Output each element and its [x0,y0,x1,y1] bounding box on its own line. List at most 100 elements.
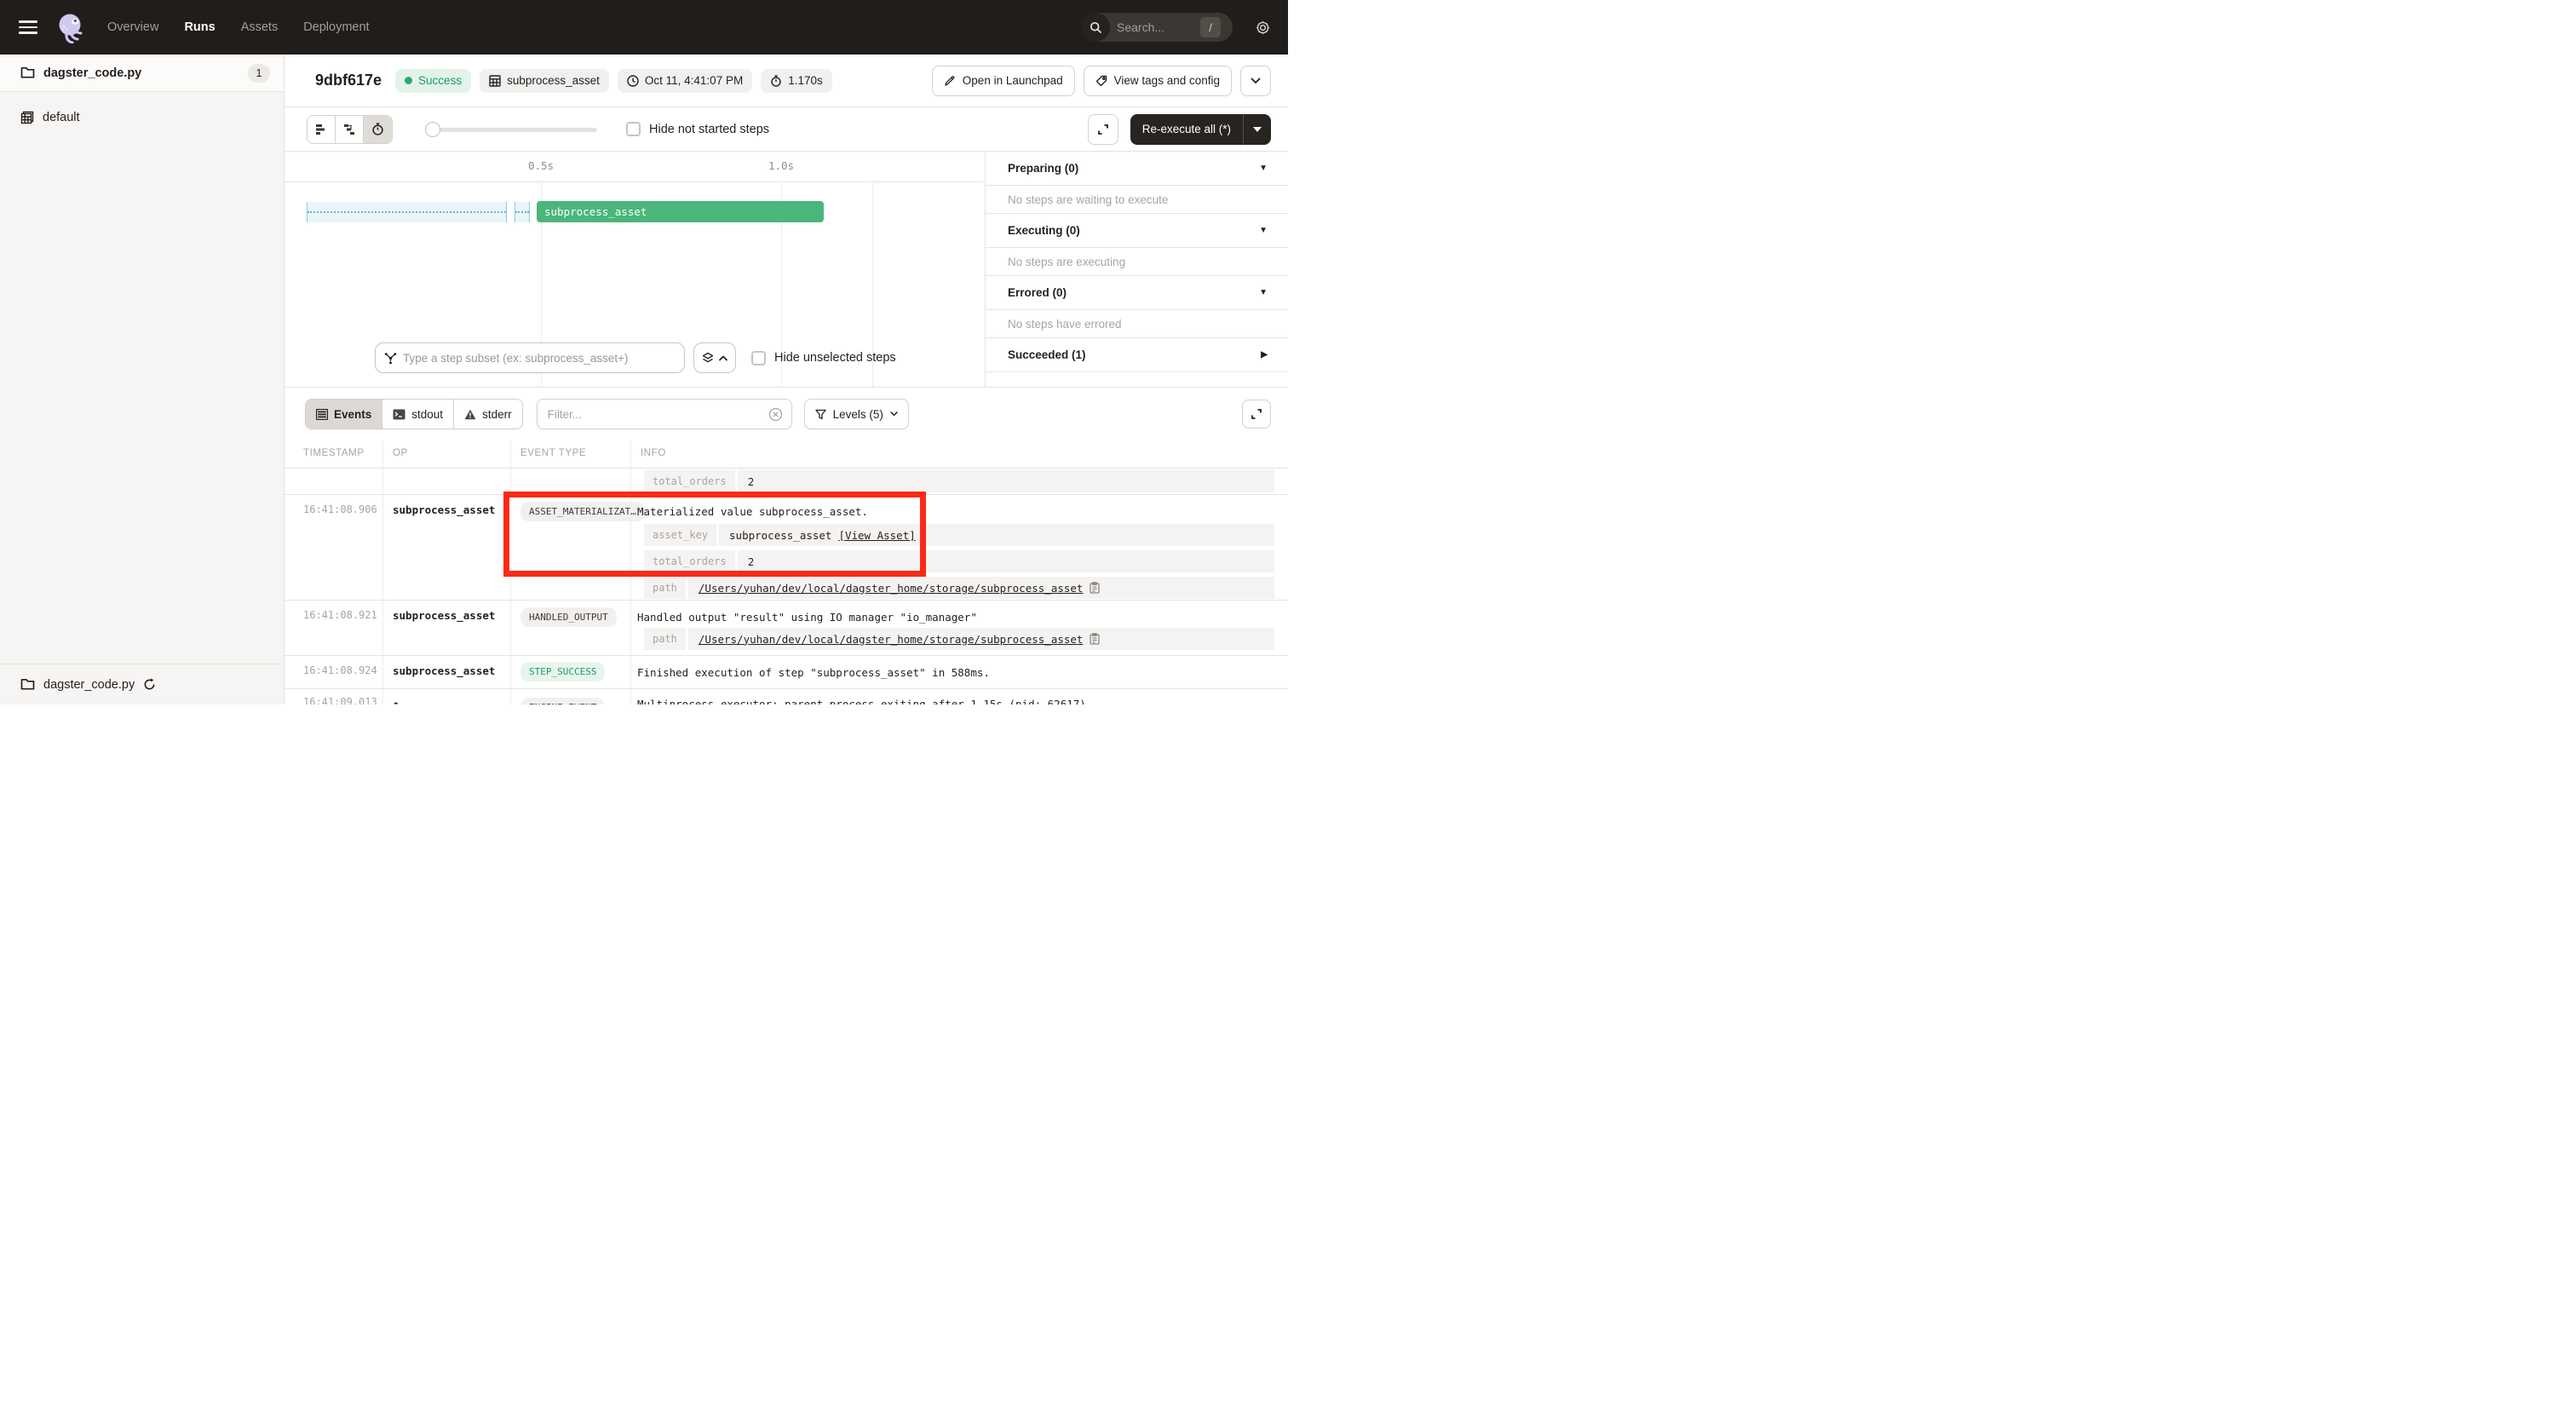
event-op: subprocess_asset [393,664,495,677]
run-status-badge: Success [395,69,471,93]
job-icon [20,111,34,124]
step-subset-input-wrap [375,342,685,373]
repo-name: dagster_code.py [43,66,141,80]
event-row-handled-output[interactable]: 16:41:08.921 subprocess_asset HANDLED_OU… [285,601,1288,656]
storage-path-link[interactable]: /Users/yuhan/dev/local/dagster_home/stor… [699,582,1084,595]
clock-icon [627,75,639,87]
view-flat-icon[interactable] [308,116,336,143]
re-execute-all-button[interactable]: Re-execute all (*) [1130,114,1271,145]
step-status-panel: Preparing (0) ▼ No steps are waiting to … [985,152,1288,387]
status-section-preparing[interactable]: Preparing (0) ▼ [986,152,1288,186]
checkbox-icon[interactable] [751,351,766,365]
gantt-zoom-slider[interactable] [425,122,597,137]
checkbox-icon[interactable] [626,122,641,136]
search-shortcut-key: / [1200,17,1221,37]
table-icon [316,409,328,420]
nav-links: Overview Runs Assets Deployment [107,20,370,34]
warning-icon [464,409,476,420]
gantt-fullscreen-button[interactable] [1088,114,1118,145]
view-asset-link[interactable]: [View Asset] [838,529,915,542]
copy-icon[interactable] [1090,633,1100,645]
dagster-logo-icon[interactable] [55,11,87,43]
clear-filter-icon[interactable] [768,407,783,422]
event-type-badge: HANDLED_OUTPUT [520,607,617,627]
repo-count-badge: 1 [248,64,270,83]
event-info: Multiprocess executor: parent process ex… [637,698,1086,704]
asset-tag-chip[interactable]: subprocess_asset [480,69,609,93]
slider-handle[interactable] [425,122,440,137]
run-header: 9dbf617e Success subprocess_asset Oct 11… [285,55,1288,107]
view-timed-icon[interactable] [364,116,392,143]
events-toolbar: Events stdout stderr [285,388,1288,440]
event-timestamp: 16:41:08.924 [303,664,377,676]
tab-stdout[interactable]: stdout [382,400,454,428]
gantt-step-bar[interactable]: subprocess_asset [537,201,824,222]
storage-path-link[interactable]: /Users/yuhan/dev/local/dagster_home/stor… [699,633,1084,646]
tag-icon [1095,75,1107,87]
tab-events[interactable]: Events [306,400,382,428]
footer-repo-name: dagster_code.py [43,678,135,692]
main-content: 9dbf617e Success subprocess_asset Oct 11… [285,55,1288,704]
caret-up-icon [719,355,727,361]
open-in-launchpad-button[interactable]: Open in Launchpad [932,66,1075,96]
search-input[interactable] [1117,20,1195,34]
view-waterfall-icon[interactable] [336,116,364,143]
hide-not-started-checkbox[interactable]: Hide not started steps [626,122,769,136]
logs-fullscreen-button[interactable] [1242,400,1271,428]
col-header-op: OP [393,448,408,458]
log-filter-input[interactable] [548,408,768,421]
sidebar-item-default-job[interactable]: default [0,102,284,133]
event-type-badge: STEP_SUCCESS [520,662,605,681]
pencil-icon [944,75,956,87]
settings-gear-icon[interactable] [1255,20,1271,36]
global-search[interactable]: / [1081,13,1233,42]
event-row[interactable]: total_orders 2 [285,469,1288,495]
event-timestamp: 16:41:09.013 [303,696,377,704]
status-section-succeeded[interactable]: Succeeded (1) ▶ [986,338,1288,372]
menu-icon[interactable] [19,20,37,34]
graph-options-button[interactable] [693,342,736,373]
event-type-badge: ASSET_MATERIALIZAT… [520,502,645,521]
copy-icon[interactable] [1090,582,1100,594]
metadata-entry: asset_key subprocess_asset [View Asset] [644,524,1274,546]
view-tags-config-button[interactable]: View tags and config [1084,66,1232,96]
levels-filter-button[interactable]: Levels (5) [804,399,909,429]
caret-right-icon: ▶ [1261,350,1268,359]
event-op: - [393,696,400,704]
folder-icon [20,678,35,691]
col-header-info: INFO [641,448,666,458]
event-row-engine-event[interactable]: 16:41:09.013 - ENGINE_EVENT Multiprocess… [285,689,1288,704]
events-table: TIMESTAMP OP EVENT TYPE INFO total_order… [285,440,1288,704]
reload-icon[interactable] [143,678,156,691]
col-header-timestamp: TIMESTAMP [303,448,365,458]
step-subset-input[interactable] [403,352,676,365]
sidebar-repo-header[interactable]: dagster_code.py 1 [0,55,284,92]
gantt-chart: 0.5s 1.0s subprocess_asset [285,152,985,387]
caret-down-icon: ▼ [1259,164,1268,173]
terminal-icon [393,409,405,420]
chevron-down-icon [890,411,898,417]
op-selector-icon [384,352,397,365]
metadata-entry: total_orders 2 [644,470,1274,492]
event-row-step-success[interactable]: 16:41:08.924 subprocess_asset STEP_SUCCE… [285,656,1288,689]
gantt-toolbar: Hide not started steps Re-execute all (*… [285,107,1288,152]
gantt-view-mode-group [307,115,393,144]
hide-unselected-checkbox[interactable]: Hide unselected steps [751,351,896,365]
nav-link-overview[interactable]: Overview [107,20,158,34]
layers-icon [702,352,714,364]
status-empty-text: No steps are waiting to execute [986,186,1288,214]
status-section-errored[interactable]: Errored (0) ▼ [986,276,1288,310]
status-dot-icon [405,77,412,84]
status-section-executing[interactable]: Executing (0) ▼ [986,214,1288,248]
event-info: Handled output "result" using IO manager… [637,611,977,624]
nav-link-deployment[interactable]: Deployment [303,20,369,34]
run-header-more-button[interactable] [1240,66,1271,96]
sidebar-footer: dagster_code.py [0,664,284,704]
event-info: Finished execution of step "subprocess_a… [637,666,990,679]
tab-stderr[interactable]: stderr [454,400,522,428]
nav-link-runs[interactable]: Runs [184,20,215,34]
re-execute-dropdown-caret[interactable] [1243,114,1271,145]
event-op: subprocess_asset [393,609,495,622]
event-row-asset-materialization[interactable]: 16:41:08.906 subprocess_asset ASSET_MATE… [285,495,1288,601]
nav-link-assets[interactable]: Assets [241,20,279,34]
